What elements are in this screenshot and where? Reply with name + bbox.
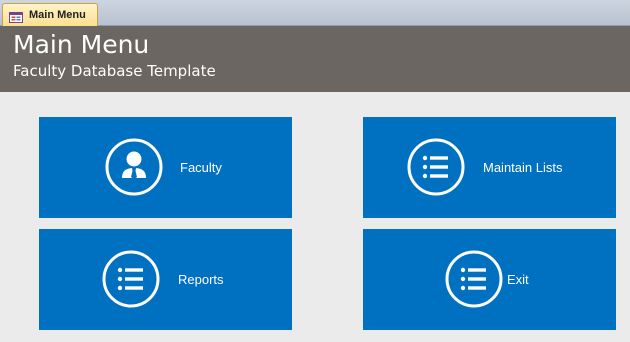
reports-label: Reports — [178, 272, 224, 287]
faculty-button[interactable]: Faculty — [39, 117, 292, 218]
document-tab-strip: Main Menu — [0, 0, 630, 26]
person-icon — [105, 138, 163, 196]
page-subtitle: Faculty Database Template — [13, 62, 216, 80]
list-icon — [407, 138, 465, 196]
tab-main-menu[interactable]: Main Menu — [2, 3, 98, 26]
page-title: Main Menu — [13, 30, 150, 59]
exit-button[interactable]: Exit — [363, 229, 616, 330]
maintain-lists-button[interactable]: Maintain Lists — [363, 117, 616, 218]
reports-button[interactable]: Reports — [39, 229, 292, 330]
faculty-label: Faculty — [180, 160, 222, 175]
tab-label: Main Menu — [29, 9, 86, 21]
list-icon — [445, 250, 503, 308]
form-header: Main Menu Faculty Database Template — [0, 26, 630, 92]
exit-label: Exit — [507, 272, 529, 287]
form-icon — [9, 10, 23, 23]
maintain-lists-label: Maintain Lists — [483, 160, 563, 175]
list-icon — [102, 250, 160, 308]
